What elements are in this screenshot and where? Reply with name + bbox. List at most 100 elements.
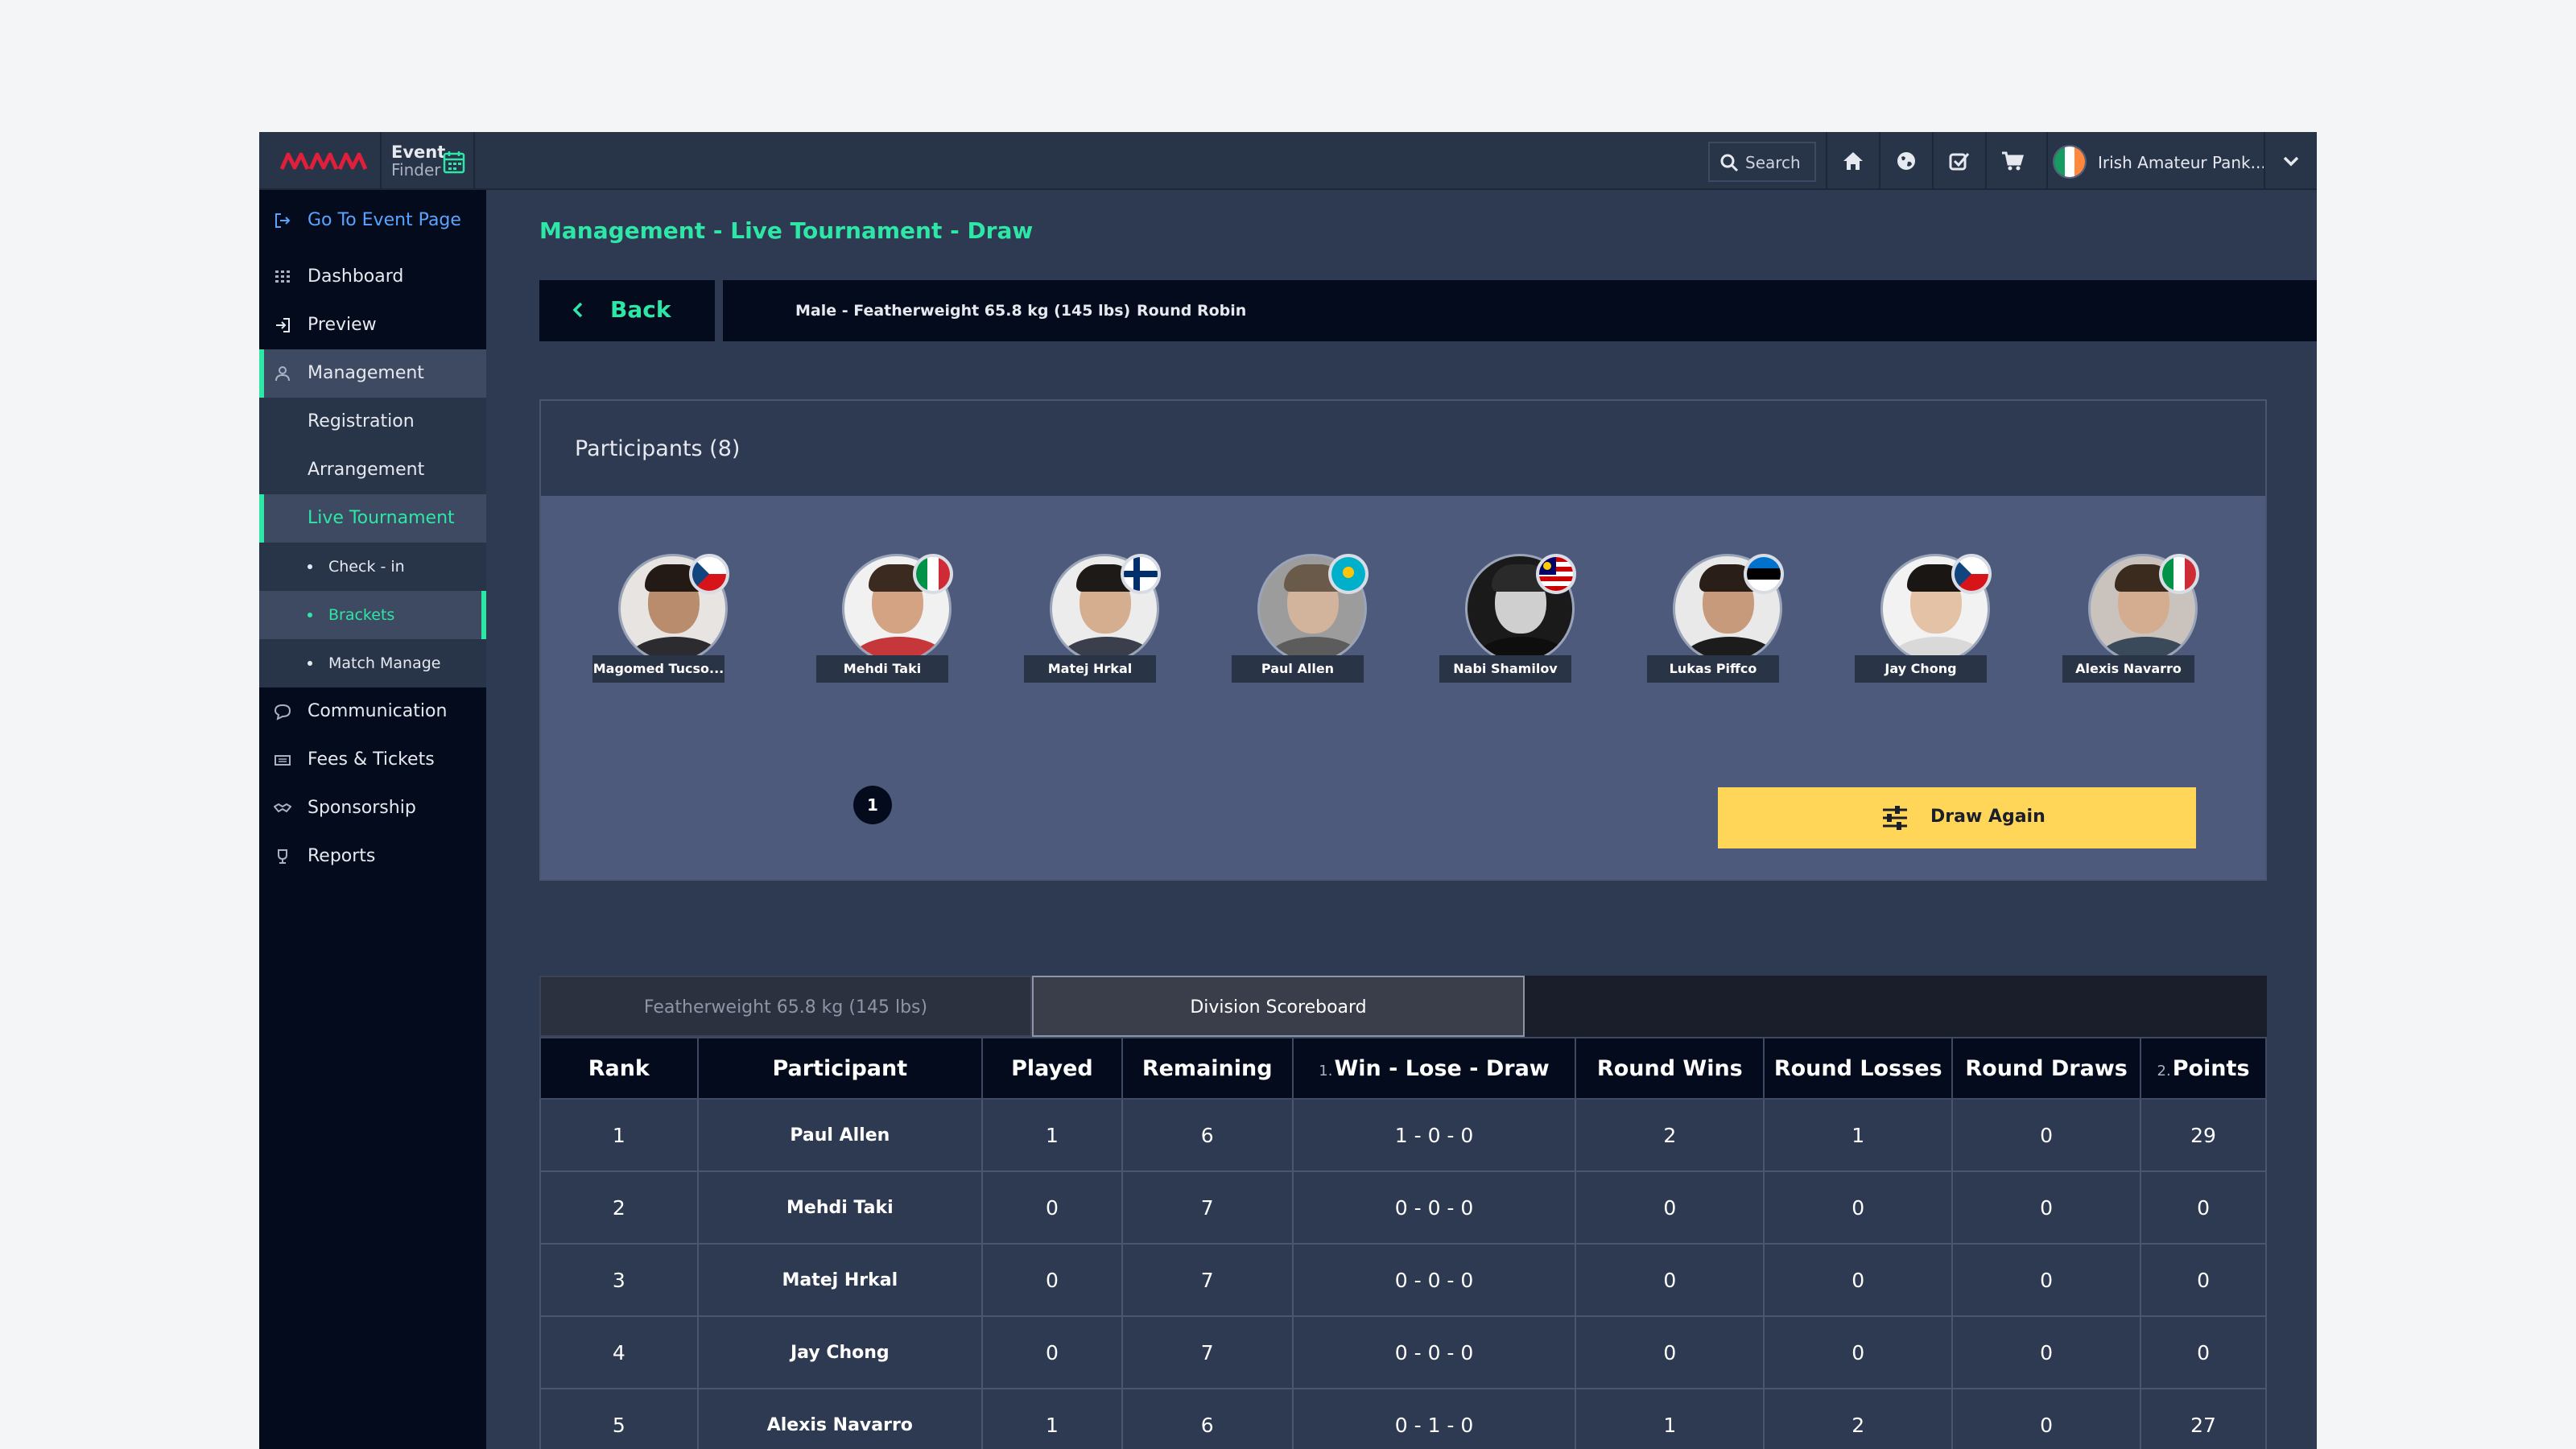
sidebar-item-label: Go To Event Page — [308, 210, 461, 230]
czech-flag-icon — [689, 554, 729, 594]
participant-card[interactable]: Nabi Shamilov — [1439, 554, 1576, 683]
scoreboard-tabs: Featherweight 65.8 kg (145 lbs) Division… — [539, 976, 2267, 1037]
sidebar-item-arrangement[interactable]: Arrangement — [259, 446, 486, 494]
sidebar-item-reports[interactable]: Reports — [259, 832, 486, 881]
sidebar-item-check-in[interactable]: Check - in — [259, 543, 486, 591]
tab-division-scoreboard[interactable]: Division Scoreboard — [1032, 976, 1525, 1037]
draw-again-label: Draw Again — [1930, 807, 2046, 827]
sidebar-item-label: Registration — [308, 411, 415, 431]
header-points[interactable]: 2.Points — [2140, 1037, 2267, 1100]
user-account[interactable]: Irish Amateur Pank... — [2046, 132, 2266, 190]
top-bar: Event Finder Search Irish Amateur Pank..… — [259, 132, 2317, 190]
header-label: Points — [2172, 1055, 2250, 1081]
header-round-losses[interactable]: Round Losses — [1763, 1037, 1954, 1100]
grid-icon — [275, 270, 290, 283]
tournament-mode: Round Robin — [1137, 302, 1247, 320]
cell-wld: 0 - 0 - 0 — [1291, 1315, 1577, 1389]
sidebar-item-management[interactable]: Management — [259, 349, 486, 398]
header-remaining[interactable]: Remaining — [1121, 1037, 1294, 1100]
sidebar-item-registration[interactable]: Registration — [259, 398, 486, 446]
brand-logo[interactable] — [280, 148, 369, 174]
cell-played: 1 — [981, 1098, 1123, 1172]
participant-card[interactable]: Mehdi Taki — [816, 554, 953, 683]
header-win-lose-draw[interactable]: 1.Win - Lose - Draw — [1291, 1037, 1577, 1100]
header-round-draws[interactable]: Round Draws — [1951, 1037, 2142, 1100]
cell-played: 1 — [981, 1388, 1123, 1449]
chat-icon — [274, 704, 291, 720]
sidebar-item-label: Communication — [308, 701, 448, 721]
participant-card[interactable]: Alexis Navarro — [2062, 554, 2199, 683]
cell-remaining: 7 — [1121, 1315, 1294, 1389]
header-played[interactable]: Played — [981, 1037, 1123, 1100]
draw-again-button[interactable]: Draw Again — [1718, 787, 2196, 848]
home-button[interactable] — [1826, 132, 1879, 190]
cell-wld: 1 - 0 - 0 — [1291, 1098, 1577, 1172]
sidebar-item-label: Live Tournament — [308, 508, 455, 528]
participant-name: Matej Hrkal — [1024, 655, 1156, 683]
header-label: Win - Lose - Draw — [1334, 1055, 1550, 1081]
participant-card[interactable]: Jay Chong — [1855, 554, 1992, 683]
cell-round-draws: 0 — [1951, 1315, 2142, 1389]
cell-rank: 2 — [539, 1170, 699, 1245]
table-row[interactable]: 5 Alexis Navarro 1 6 0 - 1 - 0 1 2 0 27 — [539, 1388, 2267, 1449]
participant-name: Jay Chong — [1855, 655, 1987, 683]
cell-remaining: 6 — [1121, 1388, 1294, 1449]
participant-card[interactable]: Paul Allen — [1232, 554, 1368, 683]
sidebar-item-communication[interactable]: Communication — [259, 687, 486, 736]
sidebar-item-dashboard[interactable]: Dashboard — [259, 253, 486, 301]
sidebar-item-brackets[interactable]: Brackets — [259, 591, 486, 639]
cell-rank: 5 — [539, 1388, 699, 1449]
tasks-button[interactable] — [1932, 132, 1985, 190]
cell-round-draws: 0 — [1951, 1098, 2142, 1172]
cell-round-draws: 0 — [1951, 1243, 2142, 1317]
search-button[interactable]: Search — [1708, 142, 1816, 182]
calendar-icon — [443, 151, 465, 174]
user-dropdown-button[interactable] — [2264, 132, 2317, 190]
italy-flag-icon — [913, 554, 953, 594]
sidebar-item-label: Reports — [308, 846, 376, 866]
sidebar-item-preview[interactable]: Preview — [259, 301, 486, 349]
sidebar-item-sponsorship[interactable]: Sponsorship — [259, 784, 486, 832]
back-button[interactable]: Back — [539, 280, 715, 341]
sort-priority-2: 2. — [2157, 1062, 2171, 1080]
tab-featherweight[interactable]: Featherweight 65.8 kg (145 lbs) — [539, 976, 1032, 1037]
event-finder-button[interactable]: Event Finder — [380, 132, 475, 190]
bullet-icon — [308, 661, 312, 666]
header-rank[interactable]: Rank — [539, 1037, 699, 1100]
table-row[interactable]: 2 Mehdi Taki 0 7 0 - 0 - 00000 — [539, 1170, 2267, 1245]
header-participant[interactable]: Participant — [696, 1037, 984, 1100]
app-window: Event Finder Search Irish Amateur Pank..… — [259, 132, 2317, 1449]
sidebar-item-live-tournament[interactable]: Live Tournament — [259, 494, 486, 543]
cell-round-losses: 2 — [1763, 1388, 1954, 1449]
globe-button[interactable] — [1879, 132, 1932, 190]
enter-icon — [276, 318, 290, 332]
cell-remaining: 6 — [1121, 1098, 1294, 1172]
table-row[interactable]: 4 Jay Chong 0 7 0 - 0 - 00000 — [539, 1315, 2267, 1389]
estonia-flag-icon — [1744, 554, 1784, 594]
kazakhstan-flag-icon — [1328, 554, 1368, 594]
sidebar-item-go-to-event[interactable]: Go To Event Page — [259, 196, 486, 245]
sidebar-item-label: Brackets — [328, 606, 395, 624]
cell-round-wins: 1 — [1575, 1388, 1765, 1449]
cell-round-wins: 0 — [1575, 1170, 1765, 1245]
participants-area: Magomed Tucso... Mehdi Taki Matej Hrkal — [541, 496, 2265, 879]
sidebar: Go To Event Page Dashboard Preview Manag… — [259, 190, 486, 1449]
cell-round-wins: 2 — [1575, 1098, 1765, 1172]
cell-points: 27 — [2140, 1388, 2267, 1449]
header-round-wins[interactable]: Round Wins — [1575, 1037, 1765, 1100]
trophy-icon — [278, 849, 287, 864]
sort-priority-1: 1. — [1319, 1062, 1333, 1080]
cell-points: 0 — [2140, 1243, 2267, 1317]
cell-points: 29 — [2140, 1098, 2267, 1172]
cart-button[interactable] — [1985, 132, 2038, 190]
participant-card[interactable]: Magomed Tucso... — [592, 554, 729, 683]
table-row[interactable]: 1 Paul Allen 1 6 1 - 0 - 0 2 1 0 29 — [539, 1098, 2267, 1172]
cell-rank: 4 — [539, 1315, 699, 1389]
participant-name: Mehdi Taki — [816, 655, 948, 683]
participant-card[interactable]: Lukas Piffco — [1647, 554, 1784, 683]
participant-card[interactable]: Matej Hrkal — [1024, 554, 1161, 683]
sidebar-item-fees-tickets[interactable]: Fees & Tickets — [259, 736, 486, 784]
sidebar-item-match-manage[interactable]: Match Manage — [259, 639, 486, 687]
cell-round-losses: 1 — [1763, 1098, 1954, 1172]
table-row[interactable]: 3 Matej Hrkal 0 7 0 - 0 - 00000 — [539, 1243, 2267, 1317]
